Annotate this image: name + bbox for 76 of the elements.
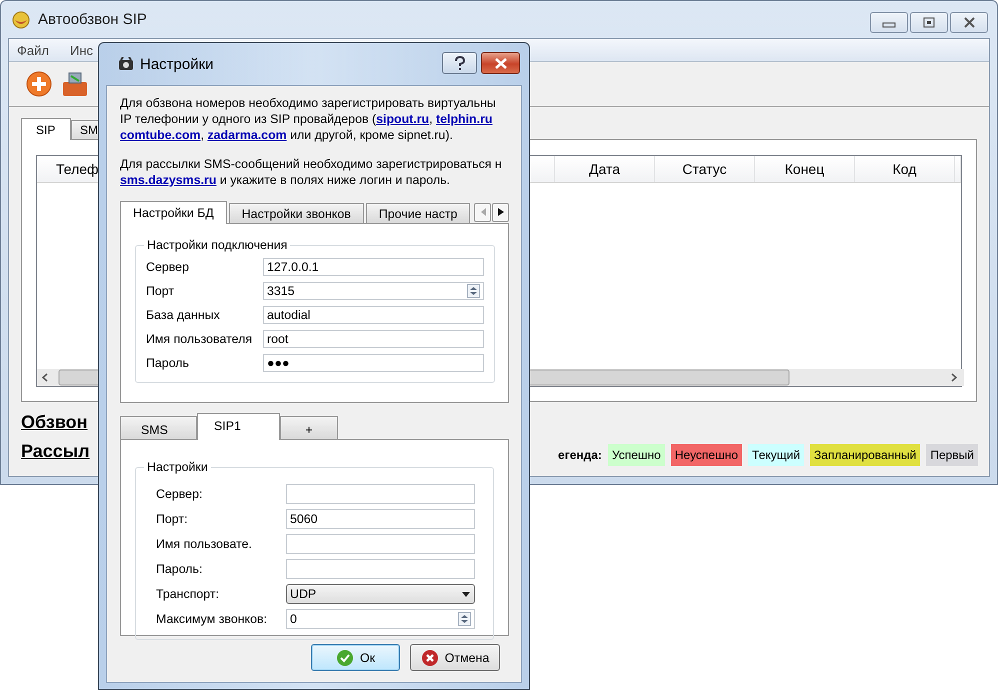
close-icon — [494, 56, 508, 70]
close-icon — [962, 16, 976, 29]
field-label: Порт — [146, 284, 176, 298]
dropdown-arrow-icon — [461, 590, 471, 598]
field-label: Порт: — [156, 512, 189, 526]
app-icon — [12, 10, 30, 28]
column-header: Дата — [555, 156, 655, 182]
legend-item: Успешно — [608, 444, 665, 466]
close-button[interactable] — [481, 52, 520, 74]
minimize-button[interactable] — [870, 12, 908, 33]
field-label: Имя пользователя — [146, 332, 254, 346]
tab[interactable]: + — [280, 416, 338, 439]
tab[interactable]: Настройки звонков — [228, 203, 364, 223]
link[interactable]: zadarma.com — [207, 127, 287, 143]
spin-field[interactable]: 0 — [286, 609, 475, 629]
link[interactable]: telphin.ru — [436, 111, 492, 127]
text-field[interactable]: 127.0.0.1 — [263, 258, 484, 276]
arrow-right-icon — [496, 207, 504, 217]
tab[interactable]: SMS — [120, 416, 197, 439]
menu-item[interactable]: Инс — [70, 42, 93, 58]
legend-label: егенда: — [558, 448, 602, 462]
password-field[interactable]: ●●● — [263, 354, 484, 372]
text-field[interactable] — [286, 559, 475, 579]
legend-item: Неуспешно — [670, 444, 742, 466]
text-field[interactable]: root — [263, 330, 484, 348]
text-field[interactable] — [286, 484, 475, 504]
link[interactable]: Обзвон — [21, 412, 90, 433]
tab[interactable]: SM — [71, 120, 99, 139]
field-label: База данных — [146, 308, 221, 322]
column-header: Статус — [655, 156, 755, 182]
text-field[interactable]: autodial — [263, 306, 484, 324]
legend-item: Текущий — [748, 444, 804, 466]
field-label: Сервер — [146, 260, 190, 274]
folder-icon — [61, 70, 89, 98]
spinner-icon — [458, 612, 471, 626]
field-label: Сервер: — [156, 487, 204, 501]
info-text: Для обзвона номеров необходимо зарегистрировать виртуальны IP телефонии у одного из SIP провайдеров (sipout.ru, telphin.ru comtube.com, zadarma.com или другой, кроме sipnet.ru). — [120, 95, 497, 143]
maximize-button[interactable] — [910, 12, 948, 33]
tab[interactable]: SIP1 — [197, 413, 280, 440]
add-icon — [25, 70, 53, 98]
scroll-right-button[interactable] — [492, 202, 509, 222]
link[interactable]: Рассыл — [21, 441, 90, 462]
tab[interactable]: Настройки БД — [120, 201, 227, 224]
check-icon — [336, 648, 354, 666]
ok-button[interactable]: Ок — [311, 644, 400, 671]
cancel-icon — [420, 648, 439, 666]
dropdown[interactable]: UDP — [286, 584, 475, 604]
field-label: Пароль: — [156, 562, 204, 576]
link[interactable]: comtube.com — [120, 127, 201, 143]
maximize-icon — [923, 17, 935, 28]
help-icon — [452, 56, 466, 70]
tab[interactable]: SIP — [21, 118, 71, 140]
legend-item: Первый — [926, 444, 978, 466]
group-title: Настройки подключения — [146, 238, 288, 252]
field-label: Имя пользовате. — [156, 537, 253, 551]
close-button[interactable] — [950, 12, 988, 33]
field-label: Пароль — [146, 356, 190, 370]
link[interactable]: sipout.ru — [376, 111, 430, 127]
field-label: Транспорт: — [156, 587, 220, 601]
column-header: Код — [855, 156, 955, 182]
tab[interactable]: Прочие настр — [366, 203, 470, 223]
arrow-left-icon — [478, 207, 486, 217]
text-field[interactable] — [286, 534, 475, 554]
dialog-title: Настройки — [140, 56, 214, 72]
column-header: Конец — [755, 156, 855, 182]
text-field[interactable]: 5060 — [286, 509, 475, 529]
field-label: Максимум звонков: — [156, 612, 268, 626]
group-title: Настройки — [146, 460, 209, 474]
spinner-icon — [467, 284, 480, 298]
menu-item[interactable]: Файл — [17, 42, 49, 58]
spin-field[interactable]: 3315 — [263, 282, 484, 300]
cancel-button[interactable]: Отмена — [410, 644, 500, 671]
help-button[interactable] — [442, 52, 477, 74]
legend-item: Запланированный — [810, 444, 920, 466]
window-icon — [118, 57, 134, 71]
window-title: Автообзвон SIP — [38, 11, 147, 28]
